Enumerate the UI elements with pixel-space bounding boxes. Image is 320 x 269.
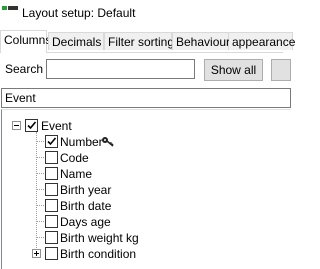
tab-filter-sorting[interactable]: Filter sorting bbox=[104, 32, 174, 50]
column-tree: Event Number Code Name Birth year Birth … bbox=[1, 109, 291, 269]
tree-node-birth-weight-kg[interactable]: Birth weight kg bbox=[2, 230, 202, 246]
expand-icon[interactable] bbox=[32, 249, 41, 258]
tree-node-label: Name bbox=[60, 167, 93, 181]
checkbox-number[interactable] bbox=[45, 135, 58, 148]
checkbox-birth-weight-kg[interactable] bbox=[45, 231, 58, 244]
search-next-button[interactable] bbox=[271, 59, 291, 81]
tree-node-days-age[interactable]: Days age bbox=[2, 214, 202, 230]
checkbox-birth-condition[interactable] bbox=[45, 247, 58, 260]
table-selector-value: Event bbox=[5, 91, 36, 105]
tab-appearance[interactable]: appearance bbox=[229, 32, 295, 50]
checkbox-event[interactable] bbox=[25, 119, 38, 132]
checkbox-days-age[interactable] bbox=[45, 215, 58, 228]
tree-node-event[interactable]: Event bbox=[2, 118, 202, 134]
tree-node-label: Birth year bbox=[60, 183, 112, 197]
collapse-icon[interactable] bbox=[12, 121, 21, 130]
tree-node-birth-year[interactable]: Birth year bbox=[2, 182, 202, 198]
checkbox-name[interactable] bbox=[45, 167, 58, 180]
tree-node-label: Event bbox=[41, 119, 72, 133]
tree-node-label: Code bbox=[60, 151, 89, 165]
tab-behaviour[interactable]: Behaviour bbox=[172, 32, 230, 50]
tab-strip: Columns Decimals Filter sorting Behaviou… bbox=[0, 30, 295, 53]
tree-node-label: Birth date bbox=[60, 199, 112, 213]
tree-node-birth-condition[interactable]: Birth condition bbox=[2, 246, 202, 262]
title-bar: Layout setup: Default bbox=[0, 0, 283, 28]
window-title: Layout setup: Default bbox=[22, 6, 136, 20]
tree-node-number[interactable]: Number bbox=[2, 134, 202, 150]
checkbox-birth-year[interactable] bbox=[45, 183, 58, 196]
table-selector[interactable]: Event bbox=[1, 88, 291, 108]
tree-node-name[interactable]: Name bbox=[2, 166, 202, 182]
tree-node-code[interactable]: Code bbox=[2, 150, 202, 166]
key-icon bbox=[101, 136, 115, 148]
checkbox-code[interactable] bbox=[45, 151, 58, 164]
tree-node-label: Birth weight kg bbox=[60, 231, 139, 245]
search-label: Search bbox=[5, 62, 44, 76]
tab-decimals[interactable]: Decimals bbox=[48, 32, 104, 50]
tree-node-birth-date[interactable]: Birth date bbox=[2, 198, 202, 214]
tab-columns[interactable]: Columns bbox=[0, 30, 51, 53]
show-all-button[interactable]: Show all bbox=[204, 59, 263, 81]
tree-node-label: Birth condition bbox=[60, 247, 137, 261]
tree-node-label: Days age bbox=[60, 215, 111, 229]
search-input[interactable] bbox=[46, 59, 195, 79]
tree-node-label: Number bbox=[60, 135, 103, 149]
checkbox-birth-date[interactable] bbox=[45, 199, 58, 212]
app-layout-icon bbox=[2, 6, 18, 16]
